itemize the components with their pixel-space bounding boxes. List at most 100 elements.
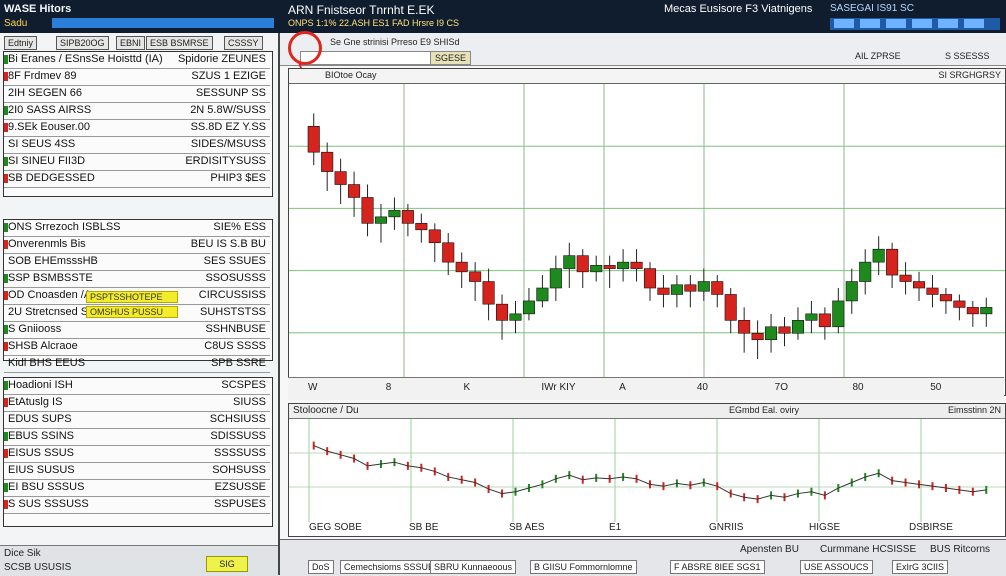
footer-value: SCSB USUSIS — [4, 562, 72, 573]
symbol-value: SCSPES — [221, 379, 266, 391]
axis-tick-label: W — [308, 382, 318, 393]
list-item[interactable]: 9.SEk Eouser.00 SS.8D EZ Y.SS — [4, 120, 270, 137]
candle-body — [724, 294, 737, 321]
axis-tick-label: HIGSE — [809, 522, 841, 533]
list-item[interactable]: Bi Eranes / ESnsSe Hoisttd (IA) Spidorie … — [4, 52, 270, 69]
symbol-name: SHSB Alcraoe — [8, 340, 78, 352]
candle-body — [845, 281, 858, 302]
list-item[interactable]: S Gniiooss SSHNBUSE — [4, 322, 270, 339]
indicator-title: Stoloocne / Du — [293, 405, 359, 416]
list-item[interactable]: SI SEUS 4SS SIDES/MSUSS — [4, 137, 270, 154]
symbol-value: Spidorie ZEUNES — [177, 53, 266, 65]
candle-body — [832, 300, 845, 328]
list-item[interactable]: EtAtuslg IS SIUSS — [4, 395, 270, 412]
symbol-value: SS.8D EZ Y.SS — [190, 121, 266, 133]
candle-body — [738, 320, 751, 334]
status-field-3[interactable]: B GIISU Fommornlomne — [530, 560, 637, 574]
status-field-1[interactable]: Cemechsioms SSSUE — [340, 560, 439, 574]
highlight-badge-2[interactable]: OMSHUS PUSSU — [86, 306, 178, 318]
symbol-name: SB DEDGESSED — [8, 172, 95, 184]
chart-area: Se Gne strinisi Prreso E9 SHISd SGESE AI… — [280, 31, 1006, 576]
list-item[interactable]: Kidl BHS EEUS SPB SSRE — [4, 356, 270, 373]
indicator-panel[interactable]: Stoloocne / Du EGmbd Eal. oviry Eimsstin… — [288, 403, 1006, 537]
indicator-line — [313, 445, 987, 500]
list-item[interactable]: SOB EHEmsssHB SES SSUES — [4, 254, 270, 271]
right-title: Mecas Eusisore F3 Viatnigens — [664, 3, 813, 15]
list-item[interactable]: 2IH SEGEN 66 SESSUNP SS — [4, 86, 270, 103]
axis-tick-label: GNRIIS — [709, 522, 744, 533]
candle-body — [751, 332, 764, 341]
tab-3[interactable]: ESB BSMRSE — [146, 36, 213, 50]
list-item[interactable]: SB DEDGESSED PHIP3 $ES — [4, 171, 270, 188]
symbol-value: SIDES/MSUSS — [190, 138, 266, 150]
tab-1[interactable]: SIPB20OG — [56, 36, 109, 50]
symbol-value: SESSUNP SS — [195, 87, 266, 99]
main-chart-panel[interactable]: BIOtoe Ocay SI SRGHGRSY — [288, 68, 1006, 396]
list-item[interactable]: 8F Frdmev 89 SZUS 1 EZIGE — [4, 69, 270, 86]
axis-tick-label: K — [463, 382, 471, 393]
candle-body — [765, 326, 778, 341]
tab-4[interactable]: CSSSY — [224, 36, 263, 50]
list-item[interactable]: Hoadioni ISH SCSPES — [4, 378, 270, 395]
symbol-name: SI SINEU FII3D — [8, 155, 86, 167]
axis-tick-label: A — [619, 382, 626, 393]
candle-body — [348, 184, 361, 198]
symbol-value: SCHSIUSS — [209, 413, 266, 425]
list-item[interactable]: EDUS SUPS SCHSIUSS — [4, 412, 270, 429]
status-label-3: BUS Ritcorns — [930, 544, 991, 555]
candle-body — [859, 261, 872, 282]
candle-body — [617, 261, 630, 269]
list-item[interactable]: EBUS SSINS SDISSUSS — [4, 429, 270, 446]
status-field-4[interactable]: F ABSRE 8IEE SGS1 — [670, 560, 765, 574]
tab-0[interactable]: Edtniy — [4, 36, 38, 50]
symbol-value: SPB SSRE — [210, 357, 266, 369]
candle-body — [334, 171, 347, 185]
app-title: WASE Hitors — [4, 3, 72, 15]
status-field-6[interactable]: ExIrG 3CIIS — [892, 560, 949, 574]
candle-body — [321, 151, 334, 172]
footer-button[interactable]: SIG — [206, 556, 248, 572]
symbol-value: 2N 5.8W/SUSS — [190, 104, 266, 116]
symbol-value: SIE% ESS — [213, 221, 266, 233]
symbol-name: 2IH SEGEN 66 — [8, 87, 82, 99]
status-field-0[interactable]: DoS — [308, 560, 334, 574]
list-item[interactable]: EISUS SSUS SSSSUSS — [4, 446, 270, 463]
indicator-x-axis: GEG SOBE SB BE SB AES E1 GNRIIS HIGSE DSBIRSE — [289, 521, 1005, 535]
list-item[interactable]: SI SINEU FII3D ERDISITYSUSS — [4, 154, 270, 171]
candle-body — [953, 300, 966, 308]
tab-2[interactable]: EBNI — [116, 36, 146, 50]
symbol-value: CIRCUSSISS — [198, 289, 266, 301]
candle-body — [536, 287, 549, 302]
axis-tick-label: 50 — [930, 382, 942, 393]
list-item[interactable]: Onverenmls Bis BEU IS S.B BU — [4, 237, 270, 254]
candlestick-chart[interactable] — [289, 84, 1005, 395]
chart-right-label: SI SRGHGRSY — [938, 70, 1001, 80]
symbol-value: ERDISITYSUSS — [185, 155, 266, 167]
right-toolbar-strip[interactable] — [830, 18, 1000, 30]
symbol-value: PHIP3 $ES — [210, 172, 266, 184]
status-field-2[interactable]: SBRU Kunnaeoous — [430, 560, 517, 574]
indicator-right-label: EGmbd Eal. oviry — [729, 405, 800, 415]
list-item[interactable]: 2I0 SASS AIRSS 2N 5.8W/SUSS — [4, 103, 270, 120]
list-item[interactable]: EI BSU SSSUS EZSUSSE — [4, 480, 270, 497]
list-item[interactable]: S SUS SSSUSS SSPUSES — [4, 497, 270, 514]
candle-body — [805, 313, 818, 321]
symbol-name: EDUS SUPS — [8, 413, 72, 425]
highlight-badge-1[interactable]: PSPTSSHOTEPE — [86, 291, 178, 303]
indicator-chart[interactable] — [289, 419, 1005, 522]
symbol-value: EZSUSSE — [214, 481, 266, 493]
list-item[interactable]: SHSB Alcraoe C8US SSSS — [4, 339, 270, 356]
watchlist-1: Bi Eranes / ESnsSe Hoisttd (IA) Spidorie … — [3, 51, 273, 197]
candle-body — [563, 255, 576, 269]
list-item[interactable]: ONS Srrezoch ISBLSS SIE% ESS — [4, 220, 270, 237]
candle-body — [939, 294, 952, 302]
symbol-value: SSPUSES — [214, 498, 266, 510]
symbol-name: Onverenmls Bis — [8, 238, 86, 250]
list-item[interactable]: EIUS SUSUS SOHSUSS — [4, 463, 270, 480]
toolbar-button[interactable]: SGESE — [430, 51, 472, 65]
axis-tick-label: E1 — [609, 522, 622, 533]
list-item[interactable]: SSP BSMBSSTE SSOSUSSS — [4, 271, 270, 288]
axis-tick-label: 8 — [385, 382, 392, 393]
status-field-5[interactable]: USE ASSOUCS — [800, 560, 873, 574]
watchlist-panel: Edtniy SIPB20OG EBNI ESB BSMRSE CSSSY Bi… — [0, 33, 280, 576]
